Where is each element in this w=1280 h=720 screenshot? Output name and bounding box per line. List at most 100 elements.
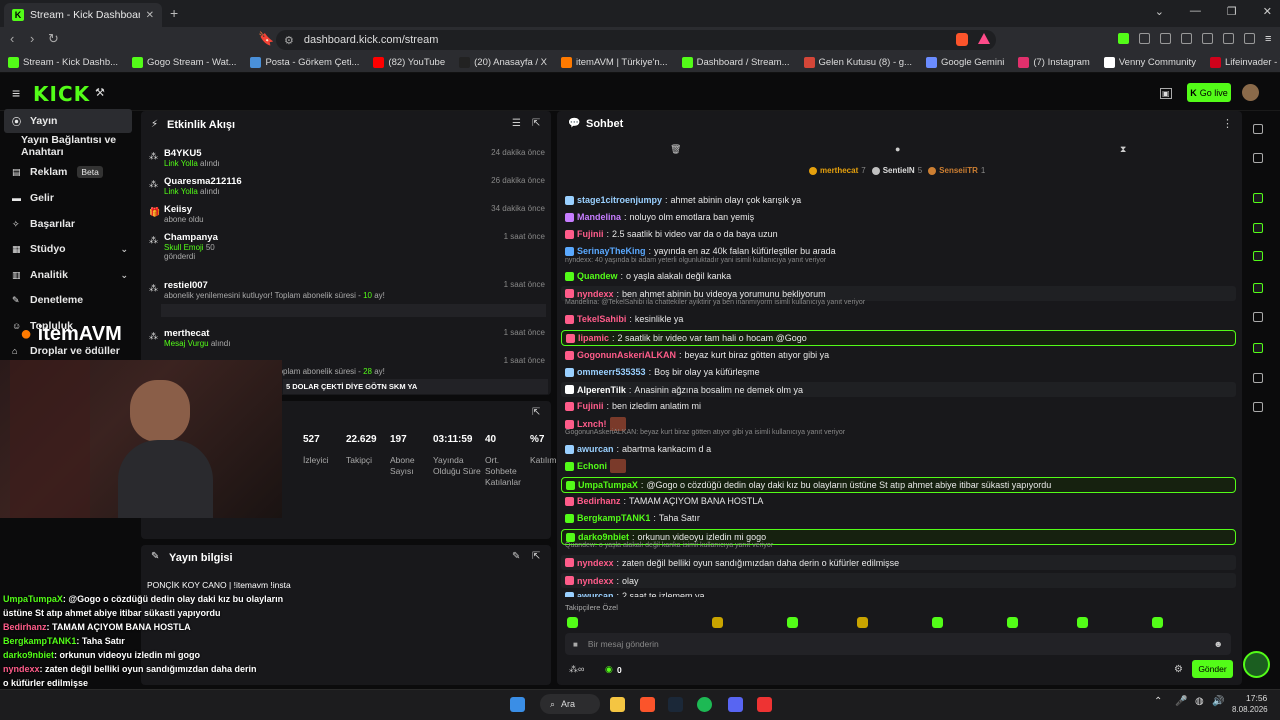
sidebar-item-7[interactable]: ▥ Analitik ⌄ [4, 263, 132, 287]
sidebar-item-4[interactable]: ▬ Gelir [4, 186, 132, 210]
hammer-icon[interactable]: ⚒ [95, 86, 105, 99]
chat-username[interactable]: Mandelina [577, 212, 621, 222]
chat-mode-icon[interactable]: ● [895, 144, 900, 154]
chat-username[interactable]: GogonunAskeriALKAN [577, 350, 676, 360]
chat-message[interactable]: AlperenTilk: Anasinin ağzına bosalim ne d… [561, 382, 1236, 397]
brave-icon[interactable] [640, 697, 655, 712]
back-icon[interactable]: ‹ [10, 31, 14, 46]
send-button[interactable]: Gönder [1192, 660, 1233, 678]
chevron-down-icon[interactable]: ⌄ [120, 270, 128, 281]
user-avatar[interactable] [1242, 84, 1259, 101]
bookmark-item[interactable]: Gelen Kutusu (8) - g... [803, 57, 912, 68]
bookmark-icon[interactable]: 🔖 [258, 31, 274, 47]
sidebar-item-6[interactable]: ▦ Stüdyo ⌄ [4, 237, 132, 261]
popout-icon[interactable]: ⇱ [532, 407, 540, 418]
chat-message[interactable]: lipamic:2 saatlik bir video var tam hali… [561, 330, 1236, 346]
emote-icon[interactable] [1007, 617, 1018, 628]
emote-icon[interactable] [857, 617, 868, 628]
chevron-down-icon[interactable]: ⌄ [120, 244, 128, 255]
chat-message[interactable]: GogonunAskeriALKAN: beyaz kurt biraz gött… [561, 348, 1236, 362]
brave-shield-icon[interactable] [956, 33, 968, 46]
leaderboard-entry[interactable]: SenseiiTR 1 [928, 166, 985, 175]
clock-time[interactable]: 17:56 [1246, 693, 1267, 703]
extension-icon[interactable] [1160, 33, 1171, 44]
chat-username[interactable]: awurcan [577, 444, 614, 454]
popout-icon[interactable]: ⇱ [532, 551, 540, 562]
chat-message[interactable]: awurcan: abartma kankacım d a [561, 442, 1236, 456]
extension-icon[interactable] [1118, 33, 1129, 44]
sidebar-item-5[interactable]: ✧ Başarılar [4, 212, 132, 236]
site-info-icon[interactable]: ⚙ [284, 34, 294, 47]
event-username[interactable]: Quaresma212116 [164, 176, 242, 187]
chat-message[interactable]: SerinayTheKing: yayında en az 40k falan k… [561, 244, 1236, 258]
steam-icon[interactable] [668, 697, 683, 712]
emote-icon[interactable] [1152, 617, 1163, 628]
network-icon[interactable]: ◍ [1195, 696, 1204, 707]
maximize-icon[interactable]: ❐ [1227, 5, 1237, 18]
chat-username[interactable]: awurcan [577, 591, 614, 597]
clock-date[interactable]: 8.08.2026 [1232, 705, 1268, 714]
emote-icon[interactable] [567, 617, 578, 628]
sidebar-item-2[interactable]: Yayın Bağlantısı ve Anahtarı [4, 134, 140, 158]
tray-chevron-icon[interactable]: ⌃ [1154, 696, 1162, 707]
bookmark-item[interactable]: (20) Anasayfa / X [459, 57, 547, 68]
chat-username[interactable]: Bedirhanz [577, 496, 621, 506]
sidebar-item-1[interactable]: ⦿ Yayın [4, 109, 132, 133]
chat-username[interactable]: stage1citroenjumpy [577, 195, 662, 205]
puzzle-icon[interactable] [1181, 33, 1192, 44]
obs-icon[interactable] [757, 697, 772, 712]
sidebar-item-8[interactable]: ✎ Denetleme [4, 288, 132, 312]
mod-view-icon[interactable]: ▣ [1160, 88, 1172, 99]
menu-icon[interactable]: ≡ [1265, 33, 1276, 45]
event-username[interactable]: Champanya [164, 232, 218, 243]
emote-icon[interactable] [932, 617, 943, 628]
browser-tab[interactable]: K Stream - Kick Dashboard ✕ [4, 3, 162, 27]
chat-message[interactable]: Fujinii:2.5 saatlik bi video var da o da… [561, 227, 1236, 241]
extension-icon[interactable] [1139, 33, 1150, 44]
rail-tool-icon[interactable] [1253, 251, 1263, 261]
vpn-icon[interactable] [1244, 33, 1255, 44]
minimize-icon[interactable]: — [1190, 5, 1201, 18]
go-live-button[interactable]: K Go live [1187, 83, 1231, 102]
chat-username[interactable]: nyndexx [577, 558, 614, 568]
chat-message[interactable]: Bedirhanz: TAMAM AÇIYOM BANA HOSTLA [561, 494, 1236, 508]
chat-username[interactable]: nyndexx [577, 576, 614, 586]
event-username[interactable]: merthecat [164, 328, 209, 339]
emoji-icon[interactable]: ☻ [1214, 639, 1223, 649]
chat-input[interactable]: ■ Bir mesaj gönderin ☻ [565, 633, 1231, 655]
chat-message[interactable]: awurcan:2 saat te izlemem ya [561, 589, 1236, 597]
chat-username[interactable]: BergkampTANK1 [577, 513, 650, 523]
emote-icon[interactable] [1077, 617, 1088, 628]
chat-username[interactable]: Echoni [577, 461, 607, 471]
discord-icon[interactable] [728, 697, 743, 712]
sidebar-item-10[interactable]: ⌂ Droplar ve ödüller [4, 339, 132, 363]
tab-list-icon[interactable]: ⌄ [1155, 5, 1164, 18]
close-window-icon[interactable]: ✕ [1263, 5, 1272, 18]
close-tab-icon[interactable]: ✕ [146, 10, 154, 21]
filter-icon[interactable]: ☰ [512, 118, 521, 129]
new-tab-icon[interactable]: + [170, 5, 178, 21]
url-field[interactable]: ⚙ dashboard.kick.com/stream ⌕ [276, 30, 996, 50]
chat-message[interactable]: Mandelina: noluyo olm emotlara ban yemiş [561, 210, 1236, 224]
bookmark-item[interactable]: (7) Instagram [1018, 57, 1090, 68]
bookmark-item[interactable]: Dashboard / Stream... [681, 57, 790, 68]
chat-settings-icon[interactable]: ⚙ [1174, 664, 1183, 675]
chat-username[interactable]: TekelSahibi [577, 314, 626, 324]
rail-tool-icon[interactable] [1253, 223, 1263, 233]
event-username[interactable]: B4YKU5 [164, 148, 202, 159]
brave-rewards-icon[interactable] [978, 33, 990, 44]
rail-tool-icon[interactable] [1253, 343, 1263, 353]
rail-tool-icon[interactable] [1253, 153, 1263, 163]
forward-icon[interactable]: › [30, 31, 34, 46]
bookmark-item[interactable]: Stream - Kick Dashb... [8, 57, 118, 68]
reload-icon[interactable]: ↻ [48, 31, 59, 47]
chat-username[interactable]: ommeerr535353 [577, 367, 646, 377]
taskbar-search[interactable]: ⌕ Ara [540, 694, 600, 714]
rail-tool-icon[interactable] [1253, 402, 1263, 412]
rail-tool-icon[interactable] [1253, 283, 1263, 293]
rail-tool-icon[interactable] [1253, 124, 1263, 134]
file-explorer-icon[interactable] [610, 697, 625, 712]
chat-username[interactable]: Lxnch! [577, 419, 607, 429]
bookmark-item[interactable]: itemAVM | Türkiye'n... [561, 57, 668, 68]
event-username[interactable]: restiel007 [164, 280, 208, 291]
